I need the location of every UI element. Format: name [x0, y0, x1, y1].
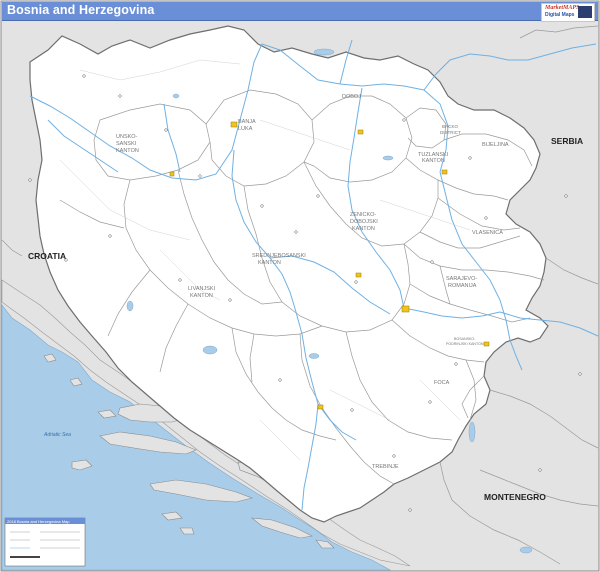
title-bar: Bosnia and Herzegovina MarketMAPS Digita… — [2, 2, 598, 22]
town-dot — [260, 204, 264, 208]
town-dot — [294, 230, 298, 234]
region-label: KANTON — [116, 148, 139, 154]
town-dot — [468, 156, 472, 160]
town-dot — [350, 408, 354, 412]
region-label: KANTON — [190, 293, 213, 299]
town-dot — [198, 174, 202, 178]
lake-busko — [202, 345, 218, 355]
publisher-logo: MarketMAPS Digital Maps — [541, 3, 595, 22]
legend-title: 2018 Bosnia and Herzegovina Map — [7, 519, 70, 524]
region-label: BIJELJINA — [482, 142, 509, 148]
city-zenica-marker — [355, 272, 362, 278]
region-label: SREDNJEBOSANSKI — [252, 253, 306, 259]
region-label: BANJA — [238, 119, 256, 125]
town-dot — [278, 378, 282, 382]
region-label: BRCKO — [442, 124, 459, 129]
region-label: BOSANSKO- — [454, 337, 476, 341]
city-bihac-marker — [169, 171, 175, 177]
map-title: Bosnia and Herzegovina — [7, 3, 155, 17]
sea-label: Adriatic Sea — [43, 432, 71, 438]
country-label-croatia: CROATIA — [28, 251, 66, 261]
city-gorazde-marker — [483, 341, 490, 347]
town-dot — [82, 74, 86, 78]
town-dot — [428, 400, 432, 404]
lake-1 — [313, 48, 335, 56]
legend-box — [4, 517, 86, 567]
region-label: VLASENICA — [472, 230, 503, 236]
region-label: KANTON — [352, 226, 375, 232]
legend-scale-bar — [10, 556, 40, 558]
logo-text: MarketMAPS — [545, 5, 580, 11]
town-dot — [164, 128, 168, 132]
region-label: DISTRICT — [440, 130, 461, 135]
region-label: SARAJEVO- — [446, 276, 477, 282]
region-label: UNSKO- — [116, 134, 138, 140]
region-label: ROMANIJA — [448, 283, 477, 289]
town-dot — [354, 280, 358, 284]
logo-badge — [578, 6, 592, 18]
town-dot — [316, 194, 320, 198]
city-tuzla-marker — [441, 169, 448, 175]
region-label: FOCA — [434, 380, 450, 386]
town-dot — [178, 278, 182, 282]
region-label: DOBOJ — [342, 94, 361, 100]
logo-subtext: Digital Maps — [545, 12, 575, 18]
lake-2 — [126, 300, 134, 312]
town-dot — [578, 372, 582, 376]
town-dot — [408, 508, 412, 512]
region-label: SANSKI — [116, 141, 137, 147]
city-sarajevo-marker — [401, 305, 410, 313]
country-label-serbia: SERBIA — [551, 136, 583, 146]
town-dot — [108, 234, 112, 238]
map-frame: 2018 Bosnia and Herzegovina Map CROATIA … — [0, 0, 600, 572]
region-label: LIVANJSKI — [188, 286, 216, 292]
city-doboj-marker — [357, 129, 364, 135]
town-dot — [454, 362, 458, 366]
region-label: KANTON — [258, 260, 281, 266]
lake-5 — [172, 93, 180, 99]
town-dot — [392, 454, 396, 458]
region-label: DOBOJSKI — [350, 219, 378, 225]
country-label-montenegro: MONTENEGRO — [484, 492, 546, 502]
city-banja-luka-marker — [230, 121, 238, 128]
town-dot — [484, 216, 488, 220]
region-label: ZENICKO- — [350, 212, 376, 218]
region-label: PODRINJSKI KANTON — [446, 342, 484, 346]
legend: 2018 Bosnia and Herzegovina Map — [4, 517, 86, 567]
town-dot — [118, 94, 122, 98]
map-canvas: 2018 Bosnia and Herzegovina Map CROATIA … — [0, 0, 600, 572]
city-mostar-marker — [317, 404, 324, 410]
region-label: KANTON — [422, 158, 445, 164]
lake-4 — [519, 546, 533, 554]
town-dot — [28, 178, 32, 182]
lake-jablanica — [308, 353, 320, 359]
lake-modrac — [382, 155, 394, 161]
lake-3 — [468, 421, 476, 443]
town-dot — [228, 298, 232, 302]
town-dot — [564, 194, 568, 198]
region-label: LUKA — [238, 126, 253, 132]
town-dot — [538, 468, 542, 472]
region-label: TREBINJE — [372, 464, 399, 470]
town-dot — [402, 118, 406, 122]
town-dot — [430, 260, 434, 264]
